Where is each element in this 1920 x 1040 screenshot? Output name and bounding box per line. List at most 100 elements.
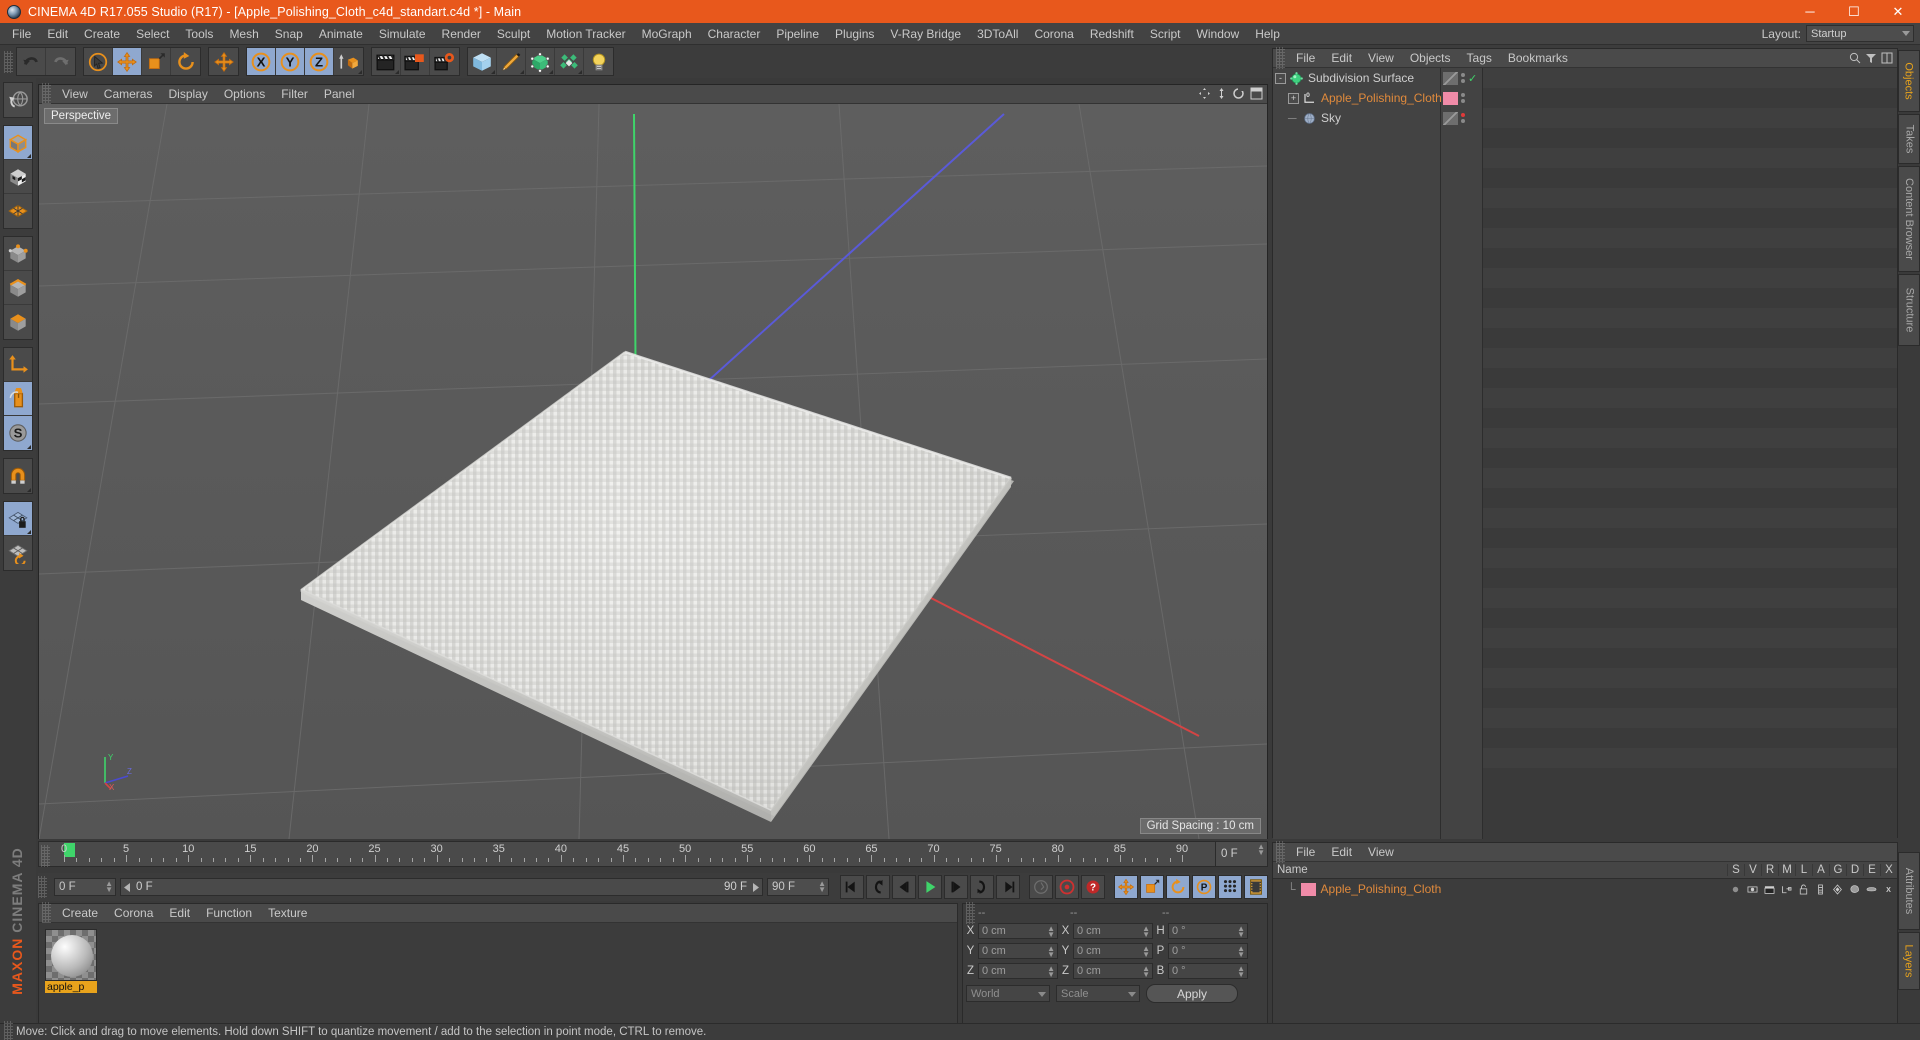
record-scale-button[interactable]	[1140, 875, 1164, 899]
apply-button[interactable]: Apply	[1146, 984, 1238, 1003]
objmgr-menu-file[interactable]: File	[1288, 49, 1323, 68]
layer-column-G[interactable]: G	[1829, 864, 1846, 876]
visibility-dots[interactable]	[1461, 113, 1465, 123]
menu-item-pipeline[interactable]: Pipeline	[768, 23, 827, 45]
coord-field-size[interactable]: 0 cm ▲ ▼	[1073, 963, 1153, 979]
layout-icon[interactable]	[1881, 52, 1893, 64]
rotate-view-icon[interactable]	[1232, 87, 1245, 100]
more-options-icon[interactable]	[491, 70, 495, 74]
move-view-icon[interactable]	[1198, 87, 1211, 100]
close-button[interactable]: ✕	[1876, 0, 1920, 23]
lr-exp-icon[interactable]: X	[1880, 883, 1897, 896]
menu-item-animate[interactable]: Animate	[311, 23, 371, 45]
layer-column-V[interactable]: V	[1744, 864, 1761, 876]
record-rotation-button[interactable]	[1166, 875, 1190, 899]
material-tag-swatch[interactable]	[1443, 111, 1458, 125]
coord-field-rotation[interactable]: 0 ° ▲ ▼	[1168, 943, 1248, 959]
object-node[interactable]: +0 Apple_Polishing_Cloth	[1273, 88, 1442, 108]
menu-item-edit[interactable]: Edit	[39, 23, 76, 45]
undo-view-button[interactable]	[4, 83, 32, 117]
coordinate-system-dropdown[interactable]: World	[966, 985, 1050, 1002]
coordinate-mode-dropdown[interactable]: Scale	[1056, 985, 1140, 1002]
minimize-button[interactable]: ─	[1788, 0, 1832, 23]
menu-item-sculpt[interactable]: Sculpt	[489, 23, 538, 45]
material-manager-grip[interactable]	[42, 902, 51, 924]
timeline-grip[interactable]	[41, 845, 50, 867]
model-mode[interactable]	[4, 126, 32, 160]
material-tag-swatch[interactable]	[1443, 91, 1458, 105]
lr-lock-icon[interactable]	[1795, 883, 1812, 896]
menu-item-tools[interactable]: Tools	[177, 23, 221, 45]
matmgr-menu-texture[interactable]: Texture	[260, 904, 315, 923]
expander-icon[interactable]: -	[1275, 72, 1286, 84]
add-spline-pen[interactable]	[497, 48, 526, 75]
matmgr-menu-function[interactable]: Function	[198, 904, 260, 923]
spinner-icon[interactable]: ▲ ▼	[818, 880, 826, 894]
menu-item-3dtoall[interactable]: 3DToAll	[969, 23, 1026, 45]
layer-column-E[interactable]: E	[1863, 864, 1880, 876]
transport-grip[interactable]	[38, 876, 47, 898]
coord-field-position[interactable]: 0 cm ▲ ▼	[978, 963, 1058, 979]
layermgr-menu-view[interactable]: View	[1360, 843, 1402, 862]
edges-mode[interactable]	[4, 271, 32, 305]
go-to-previous-key-button[interactable]	[866, 875, 890, 899]
layer-column-A[interactable]: A	[1812, 864, 1829, 876]
filter-icon[interactable]	[1865, 52, 1877, 64]
render-settings-button[interactable]	[430, 48, 459, 75]
lr-bars-icon[interactable]	[1812, 883, 1829, 896]
viewport-3d[interactable]: Perspective Grid Spacing : 10 cm Y Z X	[39, 104, 1267, 839]
go-to-end-button[interactable]	[996, 875, 1020, 899]
workplane-lock[interactable]	[4, 502, 32, 536]
enable-snap[interactable]: S	[4, 416, 32, 450]
material-tag-swatch[interactable]	[1443, 71, 1458, 85]
viewport-menu-cameras[interactable]: Cameras	[96, 85, 161, 104]
keyframe-selection-button[interactable]: ?	[1081, 875, 1105, 899]
world-axis-tool[interactable]	[209, 48, 238, 75]
menu-item-character[interactable]: Character	[700, 23, 769, 45]
go-to-next-frame-button[interactable]	[944, 875, 968, 899]
timeline-ruler[interactable]: 0 5 10 15 20 25 30 35 40 45 50 55 60 65 70 75 80 85 90	[52, 842, 1215, 866]
menu-item-redshift[interactable]: Redshift	[1082, 23, 1142, 45]
autokeying-button[interactable]	[1055, 875, 1079, 899]
search-icon[interactable]	[1849, 52, 1861, 64]
undo-button[interactable]	[17, 48, 46, 75]
object-node[interactable]: ─ Sky	[1273, 108, 1440, 128]
viewport-menu-grip[interactable]	[42, 83, 51, 105]
expander-icon[interactable]: +	[1288, 92, 1299, 104]
tab-structure[interactable]: Structure	[1898, 274, 1920, 346]
scale-tool[interactable]	[142, 48, 171, 75]
enabled-check-icon[interactable]: ✓	[1468, 72, 1477, 85]
record-pla-button[interactable]	[1218, 875, 1242, 899]
menu-item-simulate[interactable]: Simulate	[371, 23, 434, 45]
end-frame-field[interactable]: 90 F ▲ ▼	[767, 878, 829, 896]
coord-field-position[interactable]: 0 cm ▲ ▼	[978, 943, 1058, 959]
zoom-view-icon[interactable]	[1216, 87, 1227, 100]
live-selection-tool[interactable]	[84, 48, 113, 75]
layer-column-L[interactable]: L	[1795, 864, 1812, 876]
object-manager-grip[interactable]	[1276, 47, 1285, 69]
tab-takes[interactable]: Takes	[1898, 114, 1920, 164]
more-options-icon[interactable]	[549, 70, 553, 74]
material-preview[interactable]	[45, 929, 97, 981]
workplane-reset[interactable]	[4, 536, 32, 570]
layer-column-S[interactable]: S	[1727, 864, 1744, 876]
matmgr-menu-corona[interactable]: Corona	[106, 904, 161, 923]
object-node[interactable]: - Subdivision Surface	[1273, 68, 1440, 88]
axis-mode[interactable]	[4, 348, 32, 382]
add-cube-primitive[interactable]	[468, 48, 497, 75]
lock-z-axis[interactable]: Z	[305, 48, 334, 75]
lr-eye-icon[interactable]	[1744, 883, 1761, 896]
record-parameter-button[interactable]: P	[1192, 875, 1216, 899]
layer-column-X[interactable]: X	[1880, 864, 1897, 876]
record-position-button[interactable]	[1114, 875, 1138, 899]
magnet-tool[interactable]	[4, 459, 32, 493]
toolbar-grip[interactable]	[4, 50, 13, 73]
more-options-icon[interactable]	[395, 70, 399, 74]
spinner-icon[interactable]: ▲ ▼	[1047, 945, 1055, 959]
tab-layers[interactable]: Layers	[1898, 932, 1920, 990]
start-frame-field[interactable]: 0 F ▲ ▼	[54, 878, 116, 896]
coord-field-rotation[interactable]: 0 ° ▲ ▼	[1168, 963, 1248, 979]
menu-item-create[interactable]: Create	[76, 23, 128, 45]
spinner-icon[interactable]: ▲ ▼	[1047, 965, 1055, 979]
objmgr-menu-edit[interactable]: Edit	[1323, 49, 1360, 68]
